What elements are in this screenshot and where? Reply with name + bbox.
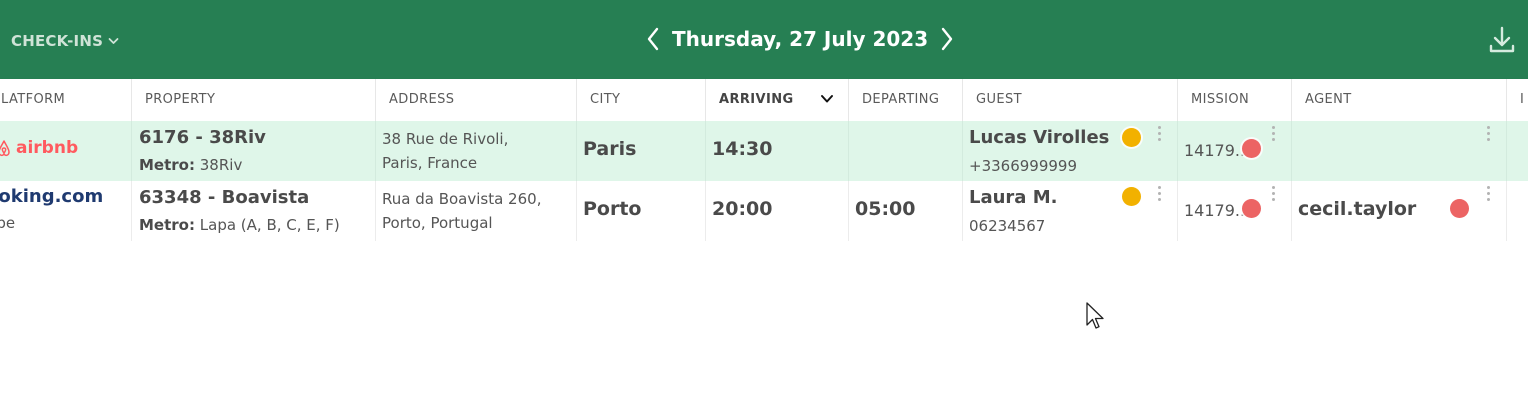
column-header-arriving[interactable]: ARRIVING	[706, 79, 849, 121]
top-bar: CHECK-INS Thursday, 27 July 2023	[0, 0, 1528, 79]
address-text: Rua da Boavista 260, Porto, Portugal	[382, 190, 542, 232]
guest-phone: +3366999999	[969, 157, 1078, 175]
guest-cell: Lucas Virolles +3366999999	[963, 121, 1178, 181]
download-button[interactable]	[1486, 24, 1518, 56]
guest-status-dot	[1122, 187, 1141, 206]
chevron-down-icon	[108, 38, 119, 44]
table-row[interactable]: ooking.com ripe 63348 - Boavista Metro: …	[0, 181, 1528, 241]
table-row[interactable]: airbnb 6176 - 38Riv Metro: 38Riv 38 Rue …	[0, 121, 1528, 181]
current-date[interactable]: Thursday, 27 July 2023	[666, 27, 934, 51]
guest-cell: Laura M. 06234567	[963, 181, 1178, 241]
city-cell: Paris	[577, 121, 706, 181]
departing-cell: 05:00	[849, 181, 963, 241]
mission-id[interactable]: 14179...	[1184, 201, 1250, 220]
property-cell: 63348 - Boavista Metro: Lapa (A, B, C, E…	[132, 181, 376, 241]
column-header-address[interactable]: ADDRESS	[376, 79, 577, 121]
column-header-property[interactable]: PROPERTY	[132, 79, 376, 121]
date-navigator: Thursday, 27 July 2023	[640, 24, 960, 54]
booking-logo: ooking.com	[0, 186, 104, 207]
mission-status-dot	[1242, 139, 1261, 158]
arriving-time: 14:30	[712, 138, 773, 160]
arriving-time: 20:00	[712, 198, 773, 220]
agent-name[interactable]: cecil.taylor	[1298, 198, 1416, 220]
guest-name[interactable]: Lucas Virolles	[969, 127, 1109, 148]
property-metro: Metro: Lapa (A, B, C, E, F)	[139, 216, 340, 234]
column-header-mission[interactable]: MISSION	[1178, 79, 1292, 121]
mission-more-options-icon[interactable]	[1269, 126, 1277, 144]
column-header-extra[interactable]: I	[1507, 79, 1528, 121]
chevron-left-icon	[647, 27, 659, 51]
airbnb-icon	[0, 140, 10, 157]
mission-status-dot	[1242, 199, 1261, 218]
previous-day-button[interactable]	[640, 24, 666, 54]
airbnb-logo: airbnb	[0, 138, 78, 158]
address-cell: Rua da Boavista 260, Porto, Portugal	[376, 181, 577, 241]
guest-name[interactable]: Laura M.	[969, 187, 1057, 208]
mouse-pointer-icon	[1086, 302, 1104, 329]
city-cell: Porto	[577, 181, 706, 241]
platform-cell: ooking.com ripe	[0, 181, 132, 241]
departing-time: 05:00	[855, 198, 916, 220]
property-cell: 6176 - 38Riv Metro: 38Riv	[132, 121, 376, 181]
download-icon	[1489, 26, 1515, 53]
property-metro: Metro: 38Riv	[139, 156, 243, 174]
column-header-guest[interactable]: GUEST	[963, 79, 1178, 121]
next-day-button[interactable]	[934, 24, 960, 54]
city-text: Porto	[583, 198, 642, 220]
arriving-cell: 20:00	[706, 181, 849, 241]
property-title[interactable]: 6176 - 38Riv	[139, 127, 266, 148]
mission-id[interactable]: 14179...	[1184, 141, 1250, 160]
guest-more-options-icon[interactable]	[1155, 186, 1163, 204]
mission-more-options-icon[interactable]	[1269, 186, 1277, 204]
agent-cell: cecil.taylor	[1292, 181, 1507, 241]
agent-status-dot	[1450, 199, 1469, 218]
column-header-platform[interactable]: LATFORM	[0, 79, 132, 121]
address-text: 38 Rue de Rivoli, Paris, France	[382, 130, 509, 172]
property-title[interactable]: 63348 - Boavista	[139, 187, 309, 208]
column-header-city[interactable]: CITY	[577, 79, 706, 121]
guest-phone: 06234567	[969, 217, 1046, 235]
platform-cell: airbnb	[0, 121, 132, 181]
chevron-right-icon	[941, 27, 953, 51]
agent-more-options-icon[interactable]	[1484, 126, 1492, 144]
guest-status-dot	[1122, 128, 1141, 147]
mission-cell: 14179...	[1178, 121, 1292, 181]
arriving-cell: 14:30	[706, 121, 849, 181]
table-header: LATFORM PROPERTY ADDRESS CITY ARRIVING D…	[0, 79, 1528, 122]
guest-more-options-icon[interactable]	[1155, 126, 1163, 144]
mission-cell: 14179...	[1178, 181, 1292, 241]
column-header-agent[interactable]: AGENT	[1292, 79, 1507, 121]
departing-cell	[849, 121, 963, 181]
sort-descending-icon	[821, 95, 833, 103]
city-text: Paris	[583, 138, 637, 160]
platform-payment: ripe	[0, 214, 16, 232]
view-selector-dropdown[interactable]: CHECK-INS	[11, 31, 119, 51]
agent-more-options-icon[interactable]	[1484, 186, 1492, 204]
agent-cell	[1292, 121, 1507, 181]
column-header-departing[interactable]: DEPARTING	[849, 79, 963, 121]
view-selector-label: CHECK-INS	[11, 32, 104, 50]
address-cell: 38 Rue de Rivoli, Paris, France	[376, 121, 577, 181]
